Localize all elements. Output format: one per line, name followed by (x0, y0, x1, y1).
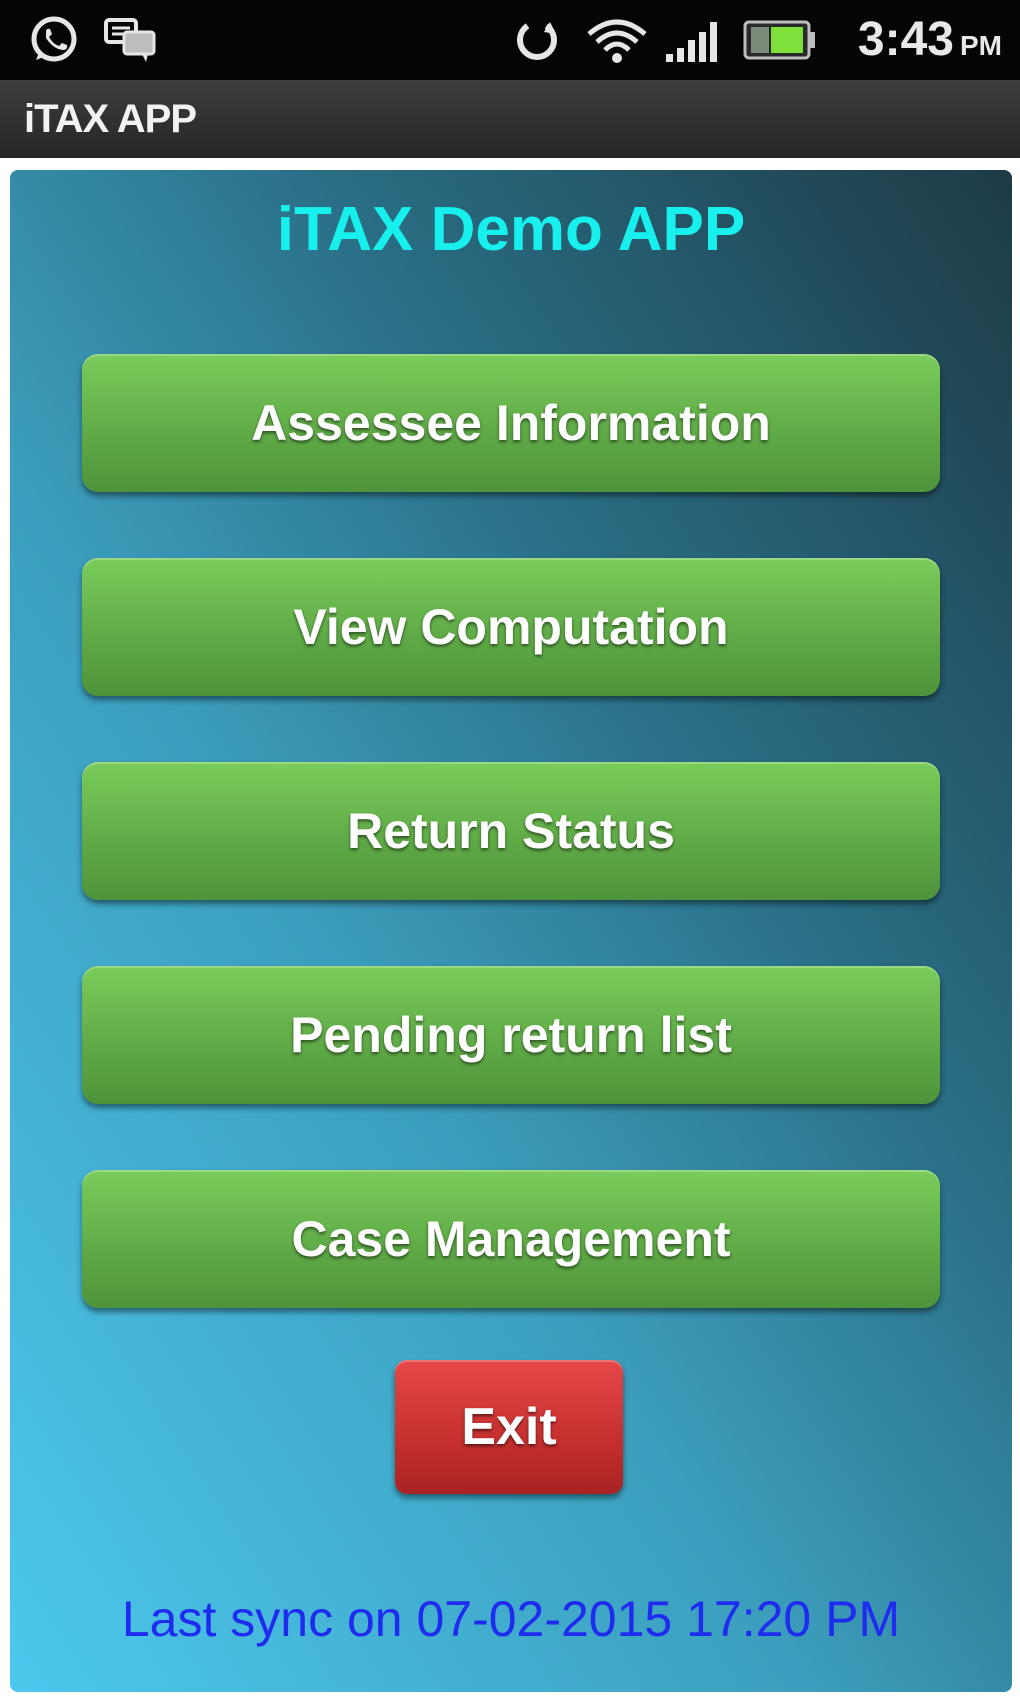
status-bar: 3:43 PM (0, 0, 1020, 80)
pending-return-list-button[interactable]: Pending return list (82, 966, 940, 1104)
status-time: 3:43 (857, 13, 954, 66)
window-title: iTAX APP (24, 97, 197, 141)
assessee-information-button[interactable]: Assessee Information (82, 354, 940, 492)
wifi-icon (584, 14, 650, 66)
exit-button[interactable]: Exit (395, 1360, 623, 1494)
battery-icon (742, 14, 818, 66)
last-sync-text: Last sync on 07-02-2015 17:20 PM (121, 1591, 901, 1647)
app-title-bar: iTAX APP (0, 80, 1020, 158)
main-panel: iTAX Demo APP Assessee Information View … (10, 170, 1012, 1692)
view-computation-button[interactable]: View Computation (82, 558, 940, 696)
status-ampm: PM (960, 30, 1002, 61)
case-management-button[interactable]: Case Management (82, 1170, 940, 1308)
whatsapp-icon (24, 14, 84, 66)
page-title: iTAX Demo APP (276, 195, 746, 264)
return-status-button[interactable]: Return Status (82, 762, 940, 900)
signal-icon (660, 14, 728, 66)
status-clock: 3:43 PM (858, 12, 1002, 68)
sync-icon (508, 14, 566, 66)
chat-icon (100, 14, 164, 66)
